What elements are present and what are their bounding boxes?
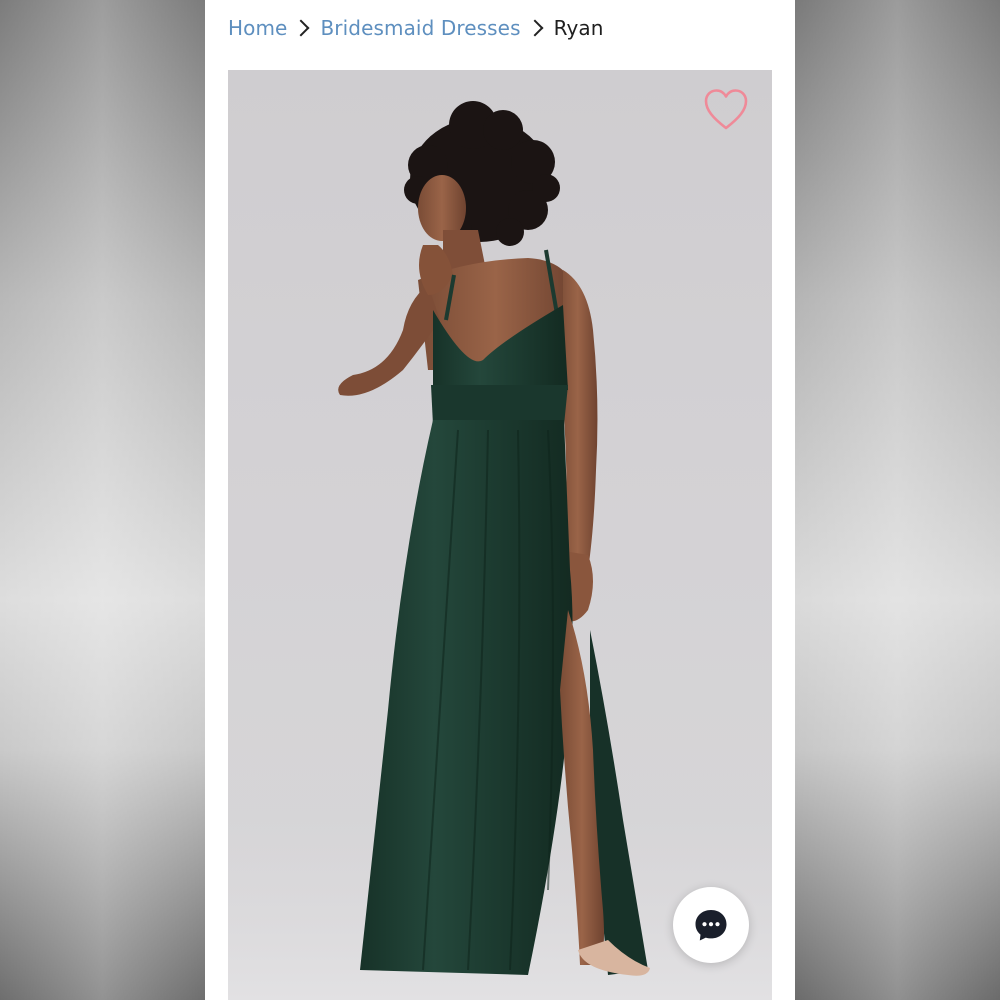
blurred-background-right bbox=[795, 0, 1000, 1000]
product-image[interactable] bbox=[228, 70, 772, 1000]
chevron-right-icon bbox=[526, 19, 544, 37]
chat-bubble-icon bbox=[695, 910, 727, 941]
breadcrumb-home-link[interactable]: Home bbox=[228, 16, 287, 40]
chevron-right-icon bbox=[292, 19, 310, 37]
breadcrumb-current-page: Ryan bbox=[553, 16, 604, 40]
blurred-background-left bbox=[0, 0, 205, 1000]
model-wearing-dress-image bbox=[228, 101, 772, 1000]
breadcrumb: Home Bridesmaid Dresses Ryan bbox=[228, 12, 604, 44]
product-page: Home Bridesmaid Dresses Ryan bbox=[205, 0, 795, 1000]
breadcrumb-category-link[interactable]: Bridesmaid Dresses bbox=[320, 16, 520, 40]
chat-button[interactable] bbox=[673, 887, 749, 963]
favorite-heart-icon[interactable] bbox=[703, 88, 749, 132]
